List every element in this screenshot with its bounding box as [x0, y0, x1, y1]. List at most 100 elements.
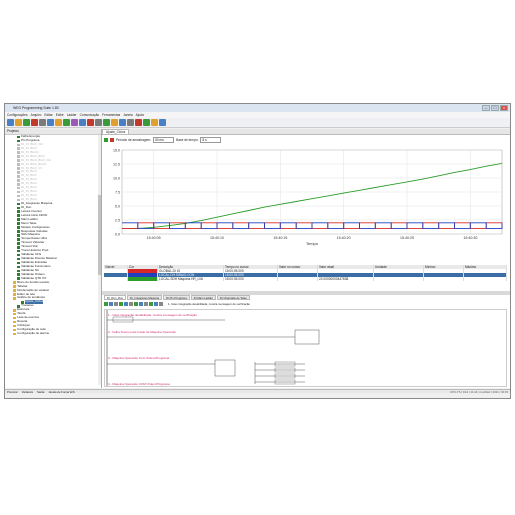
table-cell — [104, 277, 128, 281]
status-tab[interactable]: Procurar — [7, 390, 18, 394]
program-icon — [17, 277, 20, 281]
program-icon — [17, 202, 20, 206]
trend-chart: 0.0 2.5 5.0 7.5 10.0 12.5 15.0 15:40:05 15:40:10… — [113, 148, 503, 246]
scroll-thumb[interactable] — [98, 195, 101, 275]
ladder-tool-button[interactable] — [109, 302, 113, 306]
program-icon — [17, 135, 20, 139]
ladder-tool-button[interactable] — [159, 302, 163, 306]
project-panel: Projetos Falha Energia Pin Programa DI_DI_… — [5, 129, 102, 388]
ladder-tool-button[interactable] — [139, 302, 143, 306]
ladder-tab[interactable]: DI Pin Programa — [163, 295, 190, 300]
program-icon — [17, 261, 20, 265]
program-icon — [21, 301, 24, 304]
program-icon — [17, 234, 20, 237]
ladder-tool-button[interactable] — [119, 302, 123, 306]
minimize-button[interactable]: – — [482, 105, 490, 111]
ladder-tool-button[interactable] — [154, 302, 158, 306]
folder-icon — [13, 320, 16, 324]
ladder-tab[interactable]: DI Chamada de Telas — [216, 295, 250, 300]
y-tick-label: 12.5 — [113, 162, 120, 166]
ladder-tool-button[interactable] — [144, 302, 148, 306]
table-cell — [374, 277, 424, 281]
program-icon — [17, 269, 20, 273]
ladder-tab[interactable]: Di_Integracao Maquina — [127, 295, 163, 300]
chart-controls: Período de amostragem: 50 ms Base de tem… — [104, 136, 222, 143]
toolbar-button-1[interactable] — [15, 119, 22, 126]
program-icon — [17, 175, 20, 178]
toolbar-button-3[interactable] — [31, 119, 38, 126]
ladder-tool-button[interactable] — [114, 302, 118, 306]
ladder-tool-button[interactable] — [129, 302, 133, 306]
toolbar-button-15[interactable] — [127, 119, 134, 126]
folder-icon — [13, 328, 16, 332]
rung-comment: 1 - Caso integração desabilitada, mostra… — [108, 313, 197, 317]
toolbar-button-18[interactable] — [151, 119, 158, 126]
toolbar-button-9[interactable] — [79, 119, 86, 126]
ladder-tool-button[interactable] — [149, 302, 153, 306]
toolbar-button-12[interactable] — [103, 119, 110, 126]
table-cell: 15:00:05.000 — [224, 277, 278, 281]
program-icon — [17, 194, 20, 198]
toolbar-button-7[interactable] — [63, 119, 70, 126]
status-tab[interactable]: Janela de Forçar E/S — [48, 390, 74, 394]
program-icon — [17, 182, 20, 186]
program-icon — [17, 257, 20, 261]
toolbar-button-2[interactable] — [23, 119, 30, 126]
table-row[interactable]: LOCAL.SDH Maquina.HR_LVA 15:00:05.000 22.0… — [104, 277, 507, 281]
tree-scrollbar[interactable] — [98, 135, 101, 385]
period-select[interactable]: 50 ms — [153, 136, 175, 143]
tree-item-label: Configuração de alarme — [17, 331, 50, 335]
toolbar-button-10[interactable] — [87, 119, 94, 126]
rung-comment: 4 - Maquina Operando COM Ordem/Programa — [108, 382, 170, 386]
toolbar-button-13[interactable] — [111, 119, 118, 126]
base-select[interactable]: 8 s — [200, 136, 222, 143]
toolbar-button-0[interactable] — [7, 119, 14, 126]
editor-area: Ajuste_Ciclos Período de amostragem: 50 … — [102, 129, 510, 388]
toolbar-button-8[interactable] — [71, 119, 78, 126]
toolbar-button-19[interactable] — [159, 119, 166, 126]
x-tick-label: 15:40:25 — [400, 236, 414, 240]
folder-icon — [13, 312, 16, 316]
program-icon — [17, 206, 20, 210]
toolbar-button-6[interactable] — [55, 119, 62, 126]
table-cell: 22.00000000447838 — [318, 277, 374, 281]
play-icon[interactable] — [104, 137, 108, 142]
program-icon — [17, 245, 20, 249]
ladder-tool-button[interactable] — [104, 302, 108, 306]
ladder-tool-button[interactable] — [134, 302, 138, 306]
toolbar-button-4[interactable] — [39, 119, 46, 126]
x-tick-label: 15:40:10 — [210, 236, 224, 240]
timer-block — [294, 329, 320, 345]
toolbar-button-5[interactable] — [47, 119, 54, 126]
y-tick-label: 10.0 — [113, 176, 120, 180]
ladder-tab[interactable]: DI_Run_Run — [104, 295, 127, 300]
program-icon — [17, 139, 20, 143]
program-icon — [17, 147, 20, 151]
project-tree: Falha Energia Pin Programa DI_DI_BGX_JUI DI… — [5, 135, 101, 336]
tab-ajuste-ciclos[interactable]: Ajuste_Ciclos — [102, 129, 130, 134]
base-label: Base de tempo: — [176, 137, 199, 142]
ladder-toolbar: 1. Caso integração desabilitada, mostra … — [104, 301, 508, 307]
program-icon — [17, 155, 20, 158]
table-cell — [278, 277, 318, 281]
maximize-button[interactable]: □ — [491, 105, 499, 111]
tree-item[interactable]: Configuração de alarme — [5, 332, 101, 336]
x-tick-label: 15:40:05 — [147, 236, 161, 240]
ladder-editor[interactable]: 1 - Caso integração desabilitada, mostra… — [104, 309, 507, 387]
period-label: Período de amostragem: — [116, 137, 152, 142]
status-tab[interactable]: Variáveis — [22, 390, 33, 394]
ladder-tab[interactable]: DI Main Ladder — [190, 295, 216, 300]
stop-icon[interactable] — [110, 137, 114, 142]
toolbar-button-14[interactable] — [119, 119, 126, 126]
main-toolbar — [5, 118, 510, 128]
status-info: CPU-TS | DA1 | 11:44 | modified | 2021 |… — [450, 390, 508, 394]
close-button[interactable]: × — [500, 105, 508, 111]
toolbar-button-17[interactable] — [143, 119, 150, 126]
status-tab[interactable]: Saída — [37, 390, 44, 394]
program-icon — [17, 171, 20, 174]
toolbar-button-11[interactable] — [95, 119, 102, 126]
program-icon — [17, 198, 20, 202]
program-icon — [17, 214, 20, 218]
toolbar-button-16[interactable] — [135, 119, 142, 126]
ladder-tool-button[interactable] — [124, 302, 128, 306]
